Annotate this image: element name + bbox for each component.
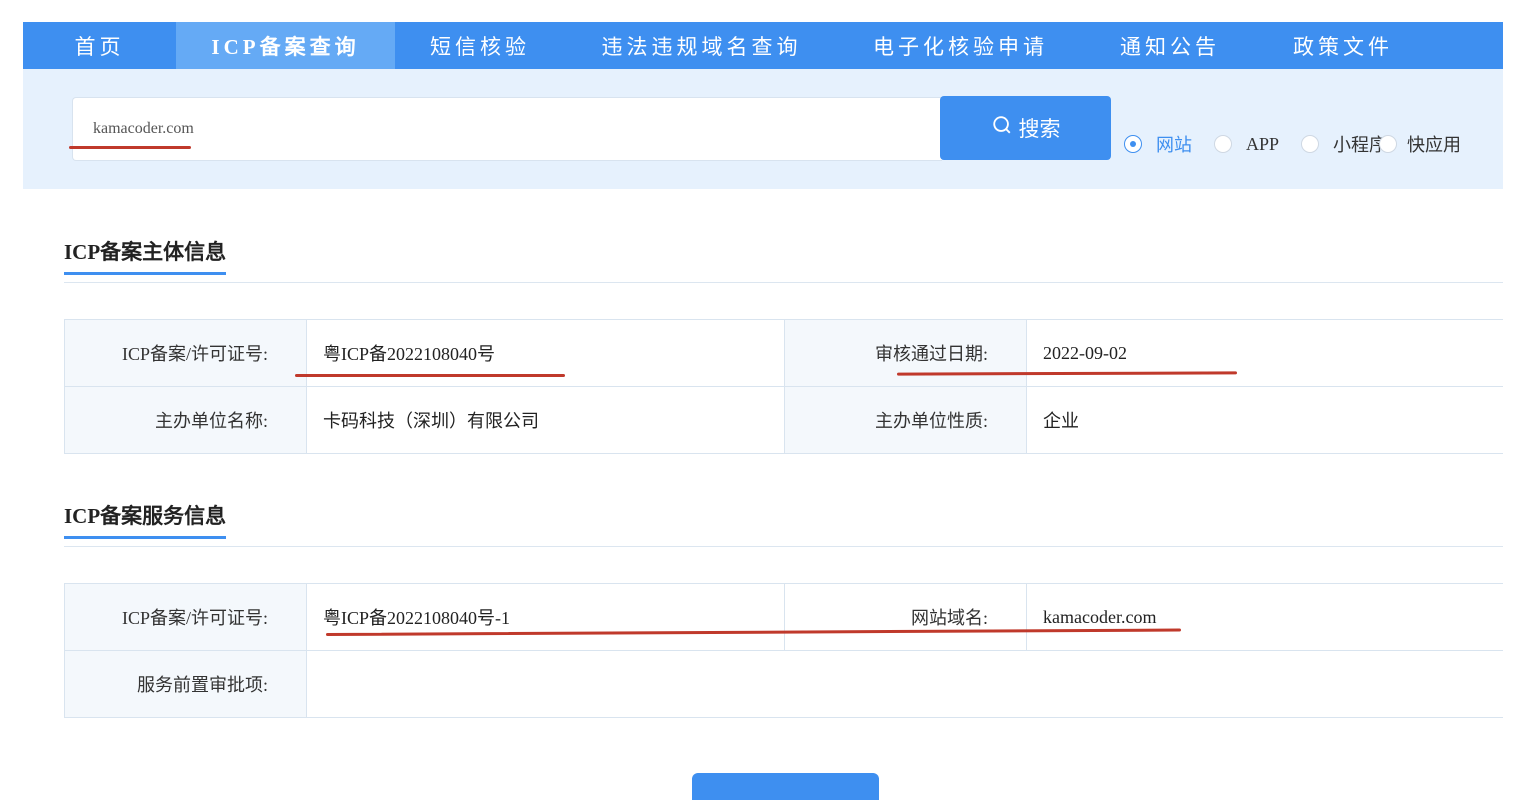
nav-notices[interactable]: 通知公告 bbox=[1083, 22, 1257, 69]
search-input[interactable] bbox=[72, 97, 942, 161]
radio-quick-app[interactable]: 快应用 bbox=[1379, 131, 1461, 157]
nav-illegal-domain-query[interactable]: 违法违规域名查询 bbox=[565, 22, 838, 69]
annotation-underline bbox=[69, 146, 191, 149]
nav-sms-verify[interactable]: 短信核验 bbox=[395, 22, 565, 69]
nav-e-verify-apply[interactable]: 电子化核验申请 bbox=[838, 22, 1083, 69]
service-info-table: ICP备案/许可证号: 粤ICP备2022108040号-1 网站域名: kam… bbox=[64, 583, 1503, 718]
section-title-service: ICP备案服务信息 bbox=[64, 500, 227, 539]
table-row: 服务前置审批项: bbox=[64, 650, 1503, 718]
radio-unchecked-icon bbox=[1379, 135, 1398, 153]
divider bbox=[64, 546, 1503, 547]
annotation-underline bbox=[295, 374, 565, 377]
table-row: ICP备案/许可证号: 粤ICP备2022108040号-1 网站域名: kam… bbox=[64, 583, 1503, 651]
label-domain: 网站域名: bbox=[784, 583, 1027, 651]
label-org-name: 主办单位名称: bbox=[64, 386, 307, 454]
value-org-type: 企业 bbox=[1026, 386, 1503, 454]
radio-unchecked-icon bbox=[1301, 135, 1320, 153]
bottom-action-button[interactable] bbox=[692, 773, 879, 800]
subject-info-table: ICP备案/许可证号: 粤ICP备2022108040号 审核通过日期: 202… bbox=[64, 319, 1503, 454]
divider bbox=[64, 282, 1503, 283]
nav-home[interactable]: 首页 bbox=[23, 22, 176, 69]
label-org-type: 主办单位性质: bbox=[784, 386, 1027, 454]
radio-checked-icon bbox=[1124, 135, 1142, 153]
top-nav: 首页 ICP备案查询 短信核验 违法违规域名查询 电子化核验申请 通知公告 政策… bbox=[23, 22, 1503, 69]
search-button[interactable]: 搜索 bbox=[940, 96, 1111, 160]
label-pre-approval: 服务前置审批项: bbox=[64, 650, 307, 718]
nav-policy-docs[interactable]: 政策文件 bbox=[1257, 22, 1429, 69]
radio-unchecked-icon bbox=[1214, 135, 1232, 153]
radio-label: 快应用 bbox=[1407, 135, 1462, 155]
section-title-subject: ICP备案主体信息 bbox=[64, 236, 227, 275]
value-domain: kamacoder.com bbox=[1026, 583, 1503, 651]
radio-label: APP bbox=[1246, 133, 1280, 154]
search-icon bbox=[991, 114, 1013, 142]
value-service-license-no: 粤ICP备2022108040号-1 bbox=[306, 583, 785, 651]
radio-mini-program[interactable]: 小程序 bbox=[1301, 131, 1387, 157]
label-approval-date: 审核通过日期: bbox=[784, 319, 1027, 387]
nav-icp-query[interactable]: ICP备案查询 bbox=[176, 22, 395, 69]
search-type-radio-group: 网站 APP 小程序 快应用 bbox=[1124, 131, 1461, 157]
label-license-no: ICP备案/许可证号: bbox=[64, 319, 307, 387]
search-button-label: 搜索 bbox=[1018, 117, 1061, 141]
value-pre-approval bbox=[306, 650, 1503, 718]
value-org-name: 卡码科技（深圳）有限公司 bbox=[306, 386, 785, 454]
table-row: ICP备案/许可证号: 粤ICP备2022108040号 审核通过日期: 202… bbox=[64, 319, 1503, 387]
label-service-license-no: ICP备案/许可证号: bbox=[64, 583, 307, 651]
table-row: 主办单位名称: 卡码科技（深圳）有限公司 主办单位性质: 企业 bbox=[64, 386, 1503, 454]
radio-app[interactable]: APP bbox=[1214, 134, 1279, 155]
value-approval-date: 2022-09-02 bbox=[1026, 319, 1503, 387]
search-area: 搜索 网站 APP 小程序 快应用 bbox=[23, 69, 1503, 189]
radio-website[interactable]: 网站 bbox=[1124, 131, 1192, 157]
radio-label: 网站 bbox=[1156, 135, 1192, 155]
